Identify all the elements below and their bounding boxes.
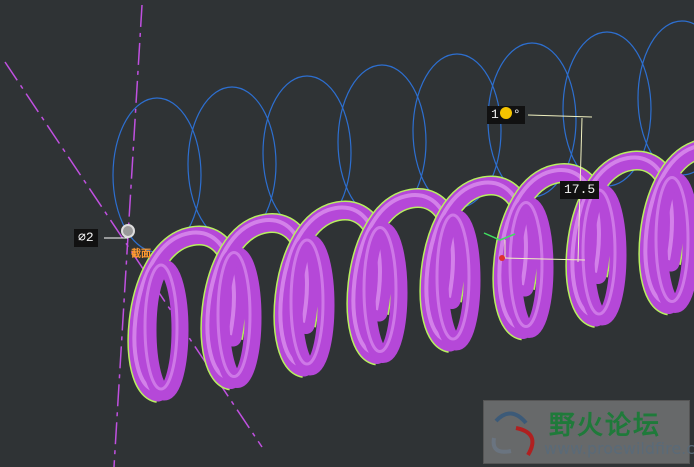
- diameter-dimension[interactable]: ∅2: [74, 229, 98, 247]
- angle-dimension[interactable]: 1 °: [487, 106, 525, 124]
- start-point-icon: [121, 224, 135, 238]
- light-bulb-icon: [499, 107, 512, 119]
- 3d-viewport[interactable]: 1 ° 17.5 ∅2 截面 野火论坛 www.proewildfire.cn: [0, 0, 694, 467]
- section-label: 截面: [131, 249, 151, 260]
- model-graphics: [4, 4, 694, 467]
- watermark-url: www.proewildfire.cn: [544, 439, 694, 458]
- origin-point: [499, 255, 505, 261]
- height-dimension[interactable]: 17.5: [560, 181, 600, 199]
- watermark-title: 野火论坛: [549, 411, 662, 441]
- watermark: 野火论坛 www.proewildfire.cn: [483, 400, 694, 464]
- spring-coil-front: [139, 259, 189, 401]
- watermark-logo-icon: [491, 411, 535, 457]
- dimension-line: [527, 114, 593, 118]
